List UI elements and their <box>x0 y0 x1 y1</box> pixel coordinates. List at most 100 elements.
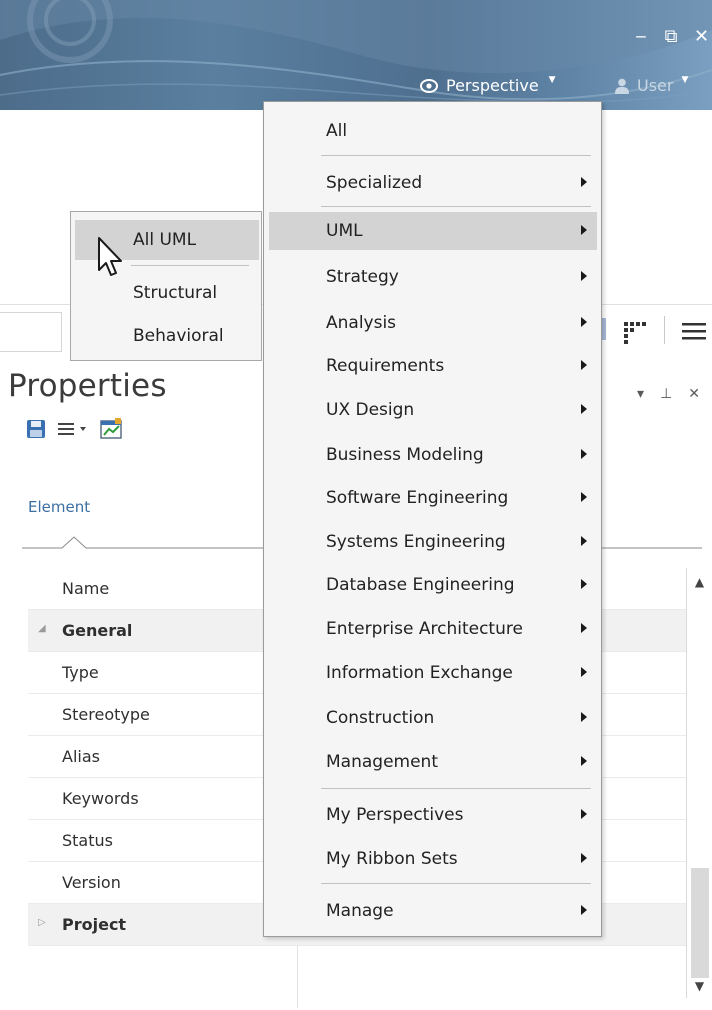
menu-item-label: Manage <box>326 901 394 921</box>
menu-item-software-engineering[interactable]: Software Engineering <box>269 479 597 517</box>
mouse-cursor-icon <box>98 237 122 276</box>
expand-triangle-icon[interactable]: ▷ <box>38 917 46 928</box>
menu-separator <box>321 206 591 207</box>
submenu-item-label: All UML <box>133 230 197 250</box>
submenu-arrow-icon <box>581 623 587 633</box>
menu-item-business-modeling[interactable]: Business Modeling <box>269 436 597 474</box>
toolbar-divider <box>664 316 665 344</box>
submenu-arrow-icon <box>581 712 587 722</box>
perspective-label: Perspective <box>446 76 539 95</box>
menu-item-label: Systems Engineering <box>326 532 506 552</box>
vertical-scrollbar[interactable]: ▲ ▼ <box>686 568 712 998</box>
menu-icon[interactable] <box>678 320 708 342</box>
uml-submenu: All UML Structural Behavioral <box>70 211 262 361</box>
menu-item-my-ribbon-sets[interactable]: My Ribbon Sets <box>269 840 597 878</box>
chart-properties-icon[interactable] <box>100 418 122 440</box>
submenu-arrow-icon <box>581 404 587 414</box>
user-button[interactable]: User ▼ <box>615 74 689 95</box>
minimize-button[interactable]: ‒ <box>634 28 648 46</box>
menu-item-label: Software Engineering <box>326 488 509 508</box>
menu-item-management[interactable]: Management <box>269 743 597 781</box>
submenu-arrow-icon <box>581 579 587 589</box>
row-label: Type <box>62 663 99 682</box>
submenu-item-label: Behavioral <box>133 326 224 346</box>
menu-item-my-perspectives[interactable]: My Perspectives <box>269 796 597 834</box>
scroll-up-arrow-icon[interactable]: ▲ <box>687 568 712 596</box>
submenu-arrow-icon <box>581 271 587 281</box>
save-icon[interactable] <box>26 419 46 439</box>
submenu-arrow-icon <box>581 756 587 766</box>
grid-icon[interactable] <box>620 316 650 346</box>
toolbar-input[interactable] <box>0 312 62 352</box>
menu-item-all[interactable]: All <box>269 112 597 150</box>
menu-item-enterprise-architecture[interactable]: Enterprise Architecture <box>269 610 597 648</box>
menu-item-label: UX Design <box>326 400 415 420</box>
scroll-down-arrow-icon[interactable]: ▼ <box>687 974 712 998</box>
menu-item-label: My Perspectives <box>326 805 464 825</box>
menu-item-label: Business Modeling <box>326 445 484 465</box>
menu-item-systems-engineering[interactable]: Systems Engineering <box>269 523 597 561</box>
row-label: Status <box>62 831 113 850</box>
restore-button[interactable]: ⧉ <box>664 28 678 46</box>
tab-element[interactable]: Element <box>28 498 90 516</box>
menu-item-analysis[interactable]: Analysis <box>269 304 597 342</box>
pin-button[interactable]: ⊥ <box>660 386 672 402</box>
menu-item-label: Analysis <box>326 313 397 333</box>
menu-item-specialized[interactable]: Specialized <box>269 164 597 202</box>
window-controls: ‒ ⧉ ✕ <box>634 28 709 46</box>
row-label: General <box>62 621 133 640</box>
submenu-arrow-icon <box>581 177 587 187</box>
menu-item-ux-design[interactable]: UX Design <box>269 391 597 429</box>
menu-separator <box>321 788 591 789</box>
menu-item-manage[interactable]: Manage <box>269 892 597 930</box>
menu-item-strategy[interactable]: Strategy <box>269 258 597 296</box>
submenu-arrow-icon <box>581 317 587 327</box>
menu-item-label: All <box>326 121 348 141</box>
menu-item-uml[interactable]: UML <box>269 212 597 250</box>
menu-item-label: Strategy <box>326 267 399 287</box>
panel-close-button[interactable]: ✕ <box>688 386 700 402</box>
menu-item-label: Requirements <box>326 356 445 376</box>
submenu-arrow-icon <box>581 667 587 677</box>
menu-separator <box>321 155 591 156</box>
menu-item-label: Construction <box>326 708 435 728</box>
menu-item-label: Database Engineering <box>326 575 515 595</box>
submenu-arrow-icon <box>581 360 587 370</box>
close-button[interactable]: ✕ <box>694 28 709 46</box>
list-options-icon[interactable] <box>56 419 90 439</box>
submenu-arrow-icon <box>581 536 587 546</box>
menu-item-label: Information Exchange <box>326 663 513 683</box>
title-bar: ‒ ⧉ ✕ Perspective ▼ User ▼ <box>0 0 712 110</box>
row-label: Keywords <box>62 789 139 808</box>
perspective-button[interactable]: Perspective ▼ <box>420 74 556 95</box>
row-label: Stereotype <box>62 705 150 724</box>
submenu-arrow-icon <box>581 853 587 863</box>
menu-item-database-engineering[interactable]: Database Engineering <box>269 566 597 604</box>
user-label: User <box>637 76 674 95</box>
submenu-arrow-icon <box>581 449 587 459</box>
panel-controls: ▾ ⊥ ✕ <box>637 386 700 402</box>
row-label: Version <box>62 873 121 892</box>
menu-item-requirements[interactable]: Requirements <box>269 347 597 385</box>
menu-item-label: Management <box>326 752 438 772</box>
chevron-down-icon: ▼ <box>548 74 556 85</box>
submenu-item-behavioral[interactable]: Behavioral <box>75 316 259 356</box>
submenu-arrow-icon <box>581 809 587 819</box>
collapse-triangle-icon[interactable]: ◢ <box>38 623 46 634</box>
row-label: Alias <box>62 747 100 766</box>
scrollbar-thumb[interactable] <box>691 868 709 978</box>
properties-toolbar <box>26 418 122 440</box>
menu-separator <box>321 883 591 884</box>
menu-item-label: UML <box>326 221 363 241</box>
user-icon <box>615 78 629 94</box>
eye-icon <box>420 78 438 93</box>
submenu-arrow-icon <box>581 225 587 235</box>
perspective-menu: All Specialized UML Strategy Analysis Re… <box>263 101 602 937</box>
chevron-down-icon: ▼ <box>681 74 689 85</box>
panel-title: Properties <box>8 368 167 404</box>
menu-item-construction[interactable]: Construction <box>269 699 597 737</box>
menu-item-information-exchange[interactable]: Information Exchange <box>269 654 597 692</box>
submenu-arrow-icon <box>581 905 587 915</box>
panel-dropdown-button[interactable]: ▾ <box>637 386 644 402</box>
submenu-separator <box>131 265 249 266</box>
